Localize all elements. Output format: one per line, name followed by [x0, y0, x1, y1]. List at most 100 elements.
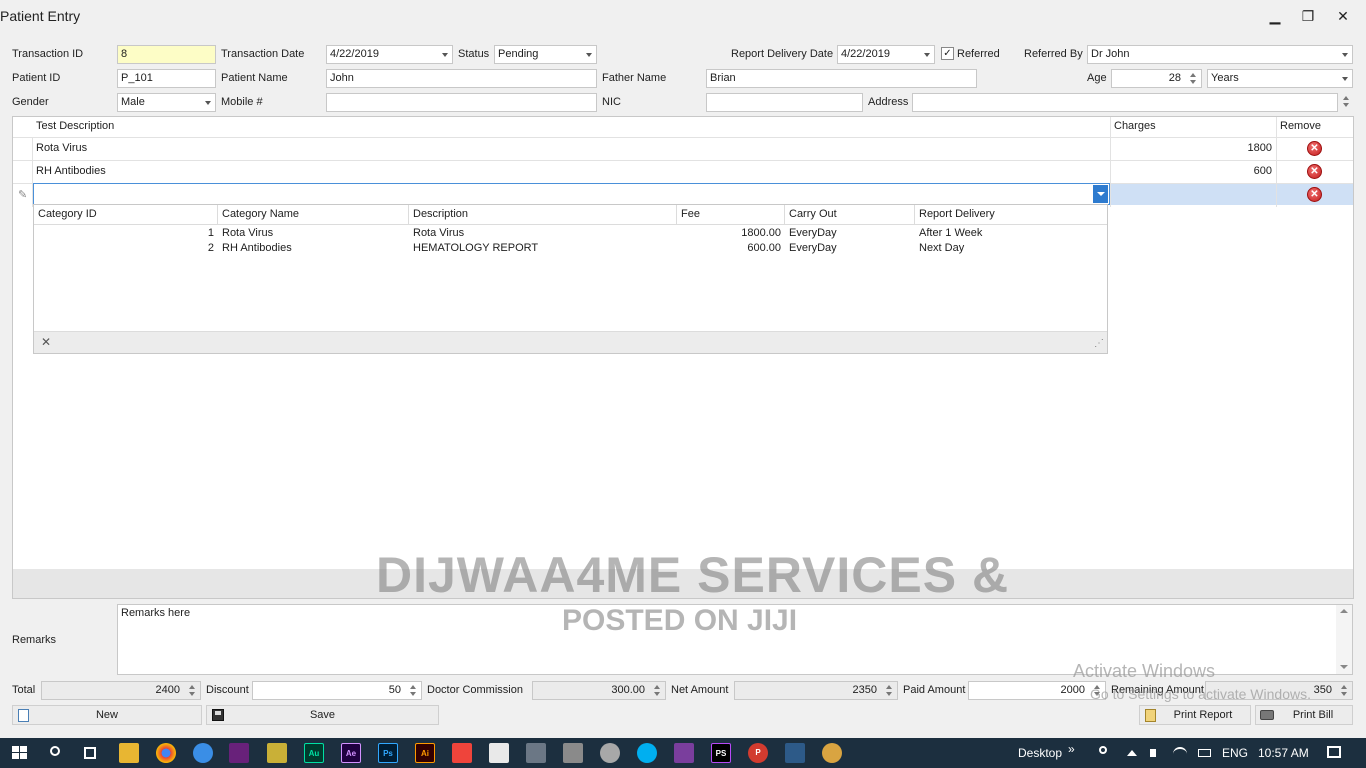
start-icon[interactable]: [10, 743, 30, 763]
lookup-cell-id[interactable]: 2: [34, 241, 214, 256]
remarks-scrollbar[interactable]: [1336, 605, 1352, 674]
charges-cell[interactable]: 1800: [1114, 137, 1272, 159]
battery-icon[interactable]: [1195, 743, 1215, 763]
column-header-remove[interactable]: Remove: [1280, 115, 1321, 137]
total-field[interactable]: 2400: [41, 681, 201, 700]
pdf-icon[interactable]: P: [748, 743, 768, 763]
age-stepper[interactable]: 28: [1111, 69, 1202, 88]
wifi-icon[interactable]: [1170, 743, 1190, 763]
lookup-header-carry-out[interactable]: Carry Out: [785, 205, 915, 225]
transaction-date-picker[interactable]: 4/22/2019: [326, 45, 453, 64]
chrome-icon[interactable]: [156, 743, 176, 763]
lookup-cell-fee[interactable]: 1800.00: [677, 226, 781, 241]
search-icon[interactable]: [45, 743, 65, 763]
column-header-test-description[interactable]: Test Description: [36, 115, 114, 137]
visual-studio-icon[interactable]: [229, 743, 249, 763]
clear-icon[interactable]: ✕: [41, 335, 51, 349]
nic-field[interactable]: [706, 93, 863, 112]
remove-icon[interactable]: ✕: [1307, 164, 1322, 179]
lookup-cell-description[interactable]: Rota Virus: [413, 226, 464, 241]
lookup-popup[interactable]: Category ID Category Name Description Fe…: [33, 204, 1108, 354]
after-effects-icon[interactable]: Ae: [341, 743, 361, 763]
lookup-header-category-id[interactable]: Category ID: [34, 205, 218, 225]
spin-arrows-icon[interactable]: [883, 683, 895, 698]
phpstorm-icon[interactable]: PS: [711, 743, 731, 763]
audition-icon[interactable]: Au: [304, 743, 324, 763]
lookup-header-category-name[interactable]: Category Name: [218, 205, 409, 225]
address-field[interactable]: [912, 93, 1338, 112]
people-icon[interactable]: [1094, 743, 1114, 763]
illustrator-icon[interactable]: Ai: [415, 743, 435, 763]
test-description-cell[interactable]: RH Antibodies: [36, 160, 106, 182]
edge-icon[interactable]: [193, 743, 213, 763]
address-scroll[interactable]: [1338, 93, 1353, 112]
anydesk-icon[interactable]: [452, 743, 472, 763]
skype-icon[interactable]: [637, 743, 657, 763]
column-header-charges[interactable]: Charges: [1114, 115, 1156, 137]
database-icon[interactable]: [563, 743, 583, 763]
lookup-cell-id[interactable]: 1: [34, 226, 214, 241]
referred-by-select[interactable]: Dr John: [1087, 45, 1353, 64]
net-amount-field[interactable]: 2350: [734, 681, 898, 700]
notifications-icon[interactable]: [1324, 743, 1344, 763]
paint-icon[interactable]: [822, 743, 842, 763]
lookup-cell-carry-out[interactable]: EveryDay: [789, 241, 837, 256]
volume-muted-icon[interactable]: [1146, 743, 1166, 763]
resize-grip-icon[interactable]: ⋰: [1094, 338, 1104, 349]
chevron-up-icon[interactable]: [1122, 743, 1142, 763]
desktop-toolbar[interactable]: Desktop: [1018, 745, 1062, 761]
notepad-icon[interactable]: [267, 743, 287, 763]
charges-cell[interactable]: 600: [1114, 160, 1272, 182]
sql-icon[interactable]: [600, 743, 620, 763]
test-description-lookup[interactable]: [33, 183, 1110, 205]
chevron-right-icon[interactable]: »: [1068, 741, 1075, 757]
lookup-cell-fee[interactable]: 600.00: [677, 241, 781, 256]
print-report-button[interactable]: Print Report: [1139, 705, 1251, 725]
lookup-header-description[interactable]: Description: [409, 205, 677, 225]
winrar-icon[interactable]: [674, 743, 694, 763]
spin-arrows-icon[interactable]: [407, 683, 419, 698]
scroll-down-icon[interactable]: [1340, 665, 1348, 669]
remove-icon[interactable]: ✕: [1307, 141, 1322, 156]
gender-select[interactable]: Male: [117, 93, 216, 112]
print-bill-button[interactable]: Print Bill: [1255, 705, 1353, 725]
status-select[interactable]: Pending: [494, 45, 597, 64]
lookup-cell-report-delivery[interactable]: Next Day: [919, 241, 964, 256]
minimize-button[interactable]: ▁: [1263, 6, 1287, 26]
spin-arrows-icon[interactable]: [1187, 71, 1199, 86]
app-icon[interactable]: [785, 743, 805, 763]
remove-icon[interactable]: ✕: [1307, 187, 1322, 202]
spin-arrows-icon[interactable]: [1338, 683, 1350, 698]
scroll-up-icon[interactable]: [1340, 609, 1348, 613]
lookup-cell-name[interactable]: RH Antibodies: [222, 241, 292, 256]
discount-field[interactable]: 50: [252, 681, 422, 700]
photoshop-icon[interactable]: Ps: [378, 743, 398, 763]
tools-icon[interactable]: [526, 743, 546, 763]
file-explorer-icon[interactable]: [119, 743, 139, 763]
father-name-field[interactable]: Brian: [706, 69, 977, 88]
lookup-header-fee[interactable]: Fee: [677, 205, 785, 225]
report-delivery-date-picker[interactable]: 4/22/2019: [837, 45, 935, 64]
lookup-cell-carry-out[interactable]: EveryDay: [789, 226, 837, 241]
spin-arrows-icon[interactable]: [651, 683, 663, 698]
lookup-cell-name[interactable]: Rota Virus: [222, 226, 273, 241]
paid-amount-field[interactable]: 2000: [968, 681, 1106, 700]
transaction-id-field[interactable]: 8: [117, 45, 216, 64]
save-button[interactable]: Save: [206, 705, 439, 725]
language-indicator[interactable]: ENG: [1222, 745, 1248, 761]
doctor-commission-field[interactable]: 300.00: [532, 681, 666, 700]
test-description-cell[interactable]: Rota Virus: [36, 137, 87, 159]
task-view-icon[interactable]: [80, 743, 100, 763]
patient-id-field[interactable]: P_101: [117, 69, 216, 88]
clock[interactable]: 10:57 AM: [1258, 745, 1309, 761]
lookup-cell-description[interactable]: HEMATOLOGY REPORT: [413, 241, 538, 256]
spin-arrows-icon[interactable]: [186, 683, 198, 698]
new-button[interactable]: New: [12, 705, 202, 725]
dropdown-button[interactable]: [1093, 185, 1108, 203]
patient-name-field[interactable]: John: [326, 69, 597, 88]
mobile-field[interactable]: [326, 93, 597, 112]
office-icon[interactable]: [489, 743, 509, 763]
lookup-cell-report-delivery[interactable]: After 1 Week: [919, 226, 982, 241]
close-button[interactable]: ✕: [1331, 6, 1355, 26]
restore-button[interactable]: ❐: [1296, 6, 1320, 26]
